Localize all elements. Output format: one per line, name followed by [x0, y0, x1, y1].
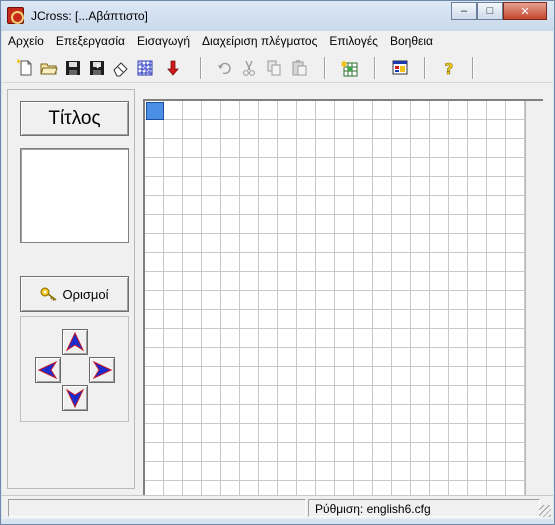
- save-as-button[interactable]: [86, 57, 108, 79]
- window-controls: – □ ✕: [451, 2, 547, 20]
- app-icon[interactable]: [7, 7, 24, 24]
- toolbar: ?: [2, 51, 553, 83]
- status-pane-setting: Ρύθμιση: english6.cfg: [308, 499, 540, 517]
- toolbar-separator: [424, 57, 426, 79]
- grid-cells[interactable]: [145, 101, 525, 499]
- save-icon: [66, 61, 80, 75]
- move-down-arrow-button[interactable]: [62, 385, 88, 411]
- web-export-button[interactable]: [389, 57, 411, 79]
- app-window: JCross: [...Αβάπτιστο] – □ ✕ Αρχείο Επεξ…: [0, 0, 555, 525]
- menu-edit[interactable]: Επεξεργασία: [50, 31, 131, 51]
- cut-button[interactable]: [238, 57, 260, 79]
- maximize-button[interactable]: □: [477, 2, 503, 20]
- help-button[interactable]: ?: [438, 57, 460, 79]
- grid-margin: [525, 101, 543, 499]
- move-down-button[interactable]: [162, 57, 184, 79]
- status-pane-main: [8, 499, 306, 517]
- clue-text-box[interactable]: [20, 148, 129, 243]
- web-export-icon: [392, 60, 408, 75]
- undo-button[interactable]: [213, 57, 235, 79]
- help-icon: ?: [444, 60, 454, 77]
- clear-button[interactable]: [110, 57, 132, 79]
- eraser-icon: [113, 62, 128, 77]
- copy-button[interactable]: [263, 57, 285, 79]
- window-title: JCross: [...Αβάπτιστο]: [31, 9, 148, 23]
- paste-button[interactable]: [288, 57, 310, 79]
- grid-wizard-icon: [341, 60, 358, 77]
- definitions-label: Ορισμοί: [62, 286, 109, 302]
- menu-insert[interactable]: Εισαγωγή: [131, 31, 196, 51]
- status-bar: Ρύθμιση: english6.cfg: [2, 495, 553, 519]
- undo-icon: [218, 62, 231, 75]
- arrow-left-icon: [38, 361, 58, 379]
- pattern-button[interactable]: [134, 57, 156, 79]
- menu-help[interactable]: Βοηθεια: [384, 31, 439, 51]
- title-bar[interactable]: JCross: [...Αβάπτιστο] – □ ✕: [1, 1, 554, 31]
- paste-icon: [292, 60, 307, 76]
- toolbar-separator: [374, 57, 376, 79]
- arrow-up-icon: [66, 332, 84, 352]
- move-up-button[interactable]: [62, 329, 88, 355]
- crossword-grid[interactable]: [143, 99, 543, 499]
- move-left-button[interactable]: [35, 357, 61, 383]
- down-arrow-icon: [167, 60, 179, 76]
- title-button[interactable]: Τίτλος: [20, 101, 129, 136]
- move-right-button[interactable]: [89, 357, 115, 383]
- new-file-icon: [17, 59, 32, 76]
- grid-wizard-button[interactable]: [339, 57, 361, 79]
- open-button[interactable]: [38, 57, 60, 79]
- close-button[interactable]: ✕: [503, 2, 547, 20]
- new-file-button[interactable]: [15, 57, 37, 79]
- svg-text:?: ?: [445, 60, 454, 77]
- selected-cell[interactable]: [146, 102, 164, 120]
- open-folder-icon: [40, 63, 58, 75]
- resize-grip[interactable]: [539, 505, 551, 517]
- toolbar-separator: [324, 57, 326, 79]
- definitions-button[interactable]: Ορισμοί: [20, 276, 129, 312]
- main-area: Τίτλος Ορισμοί: [2, 83, 553, 499]
- menu-bar: Αρχείο Επεξεργασία Εισαγωγή Διαχείριση π…: [2, 31, 553, 51]
- minimize-button[interactable]: –: [451, 2, 477, 20]
- key-icon: [40, 287, 57, 301]
- save-button[interactable]: [62, 57, 84, 79]
- menu-file[interactable]: Αρχείο: [2, 31, 50, 51]
- save-as-icon: [90, 61, 104, 75]
- arrow-down-icon: [66, 388, 84, 408]
- menu-grid-management[interactable]: Διαχείριση πλέγματος: [196, 31, 323, 51]
- cut-icon: [243, 60, 255, 76]
- arrow-panel: [20, 316, 129, 422]
- arrow-right-icon: [92, 361, 112, 379]
- grid-pattern-icon: [137, 60, 153, 76]
- config-setting: Ρύθμιση: english6.cfg: [315, 502, 431, 516]
- menu-options[interactable]: Επιλογές: [323, 31, 384, 51]
- toolbar-separator: [472, 57, 474, 79]
- toolbar-separator: [200, 57, 202, 79]
- copy-icon: [267, 60, 281, 76]
